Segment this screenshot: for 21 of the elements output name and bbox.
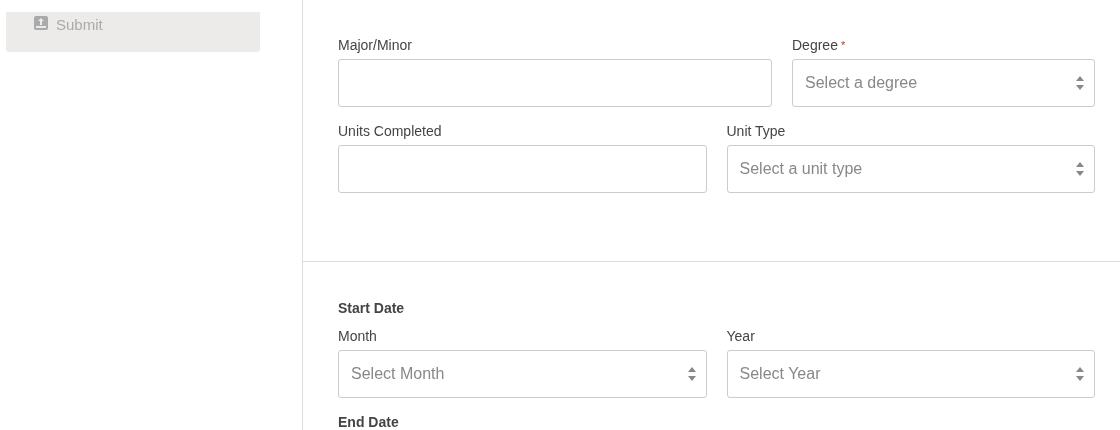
section-heading: End Date xyxy=(338,414,400,430)
section-heading: Start Date xyxy=(338,300,406,316)
select-field[interactable]: Select Year xyxy=(726,350,1095,398)
sort-arrows-icon xyxy=(1076,367,1084,381)
upload-icon xyxy=(34,16,48,30)
select-field[interactable]: Select Month xyxy=(338,350,707,398)
field-label: Year xyxy=(726,328,756,344)
required-mark: * xyxy=(840,39,846,51)
field-label: Month xyxy=(338,328,378,344)
input-field[interactable] xyxy=(338,145,707,193)
sort-arrows-icon xyxy=(1076,76,1084,90)
submit-item[interactable]: Submit xyxy=(6,12,260,52)
select-field[interactable]: Select a unit type xyxy=(726,145,1095,193)
sort-arrows-icon xyxy=(1076,162,1084,176)
field-label: Units Completed xyxy=(338,123,443,139)
sort-arrows-icon xyxy=(687,367,696,381)
field-label: Major/Minor xyxy=(338,37,413,53)
select-field[interactable]: Select a degree xyxy=(792,59,1095,107)
field-label: Degree * xyxy=(792,37,847,53)
input-field[interactable] xyxy=(338,59,772,107)
field-label: Unit Type xyxy=(726,123,787,139)
